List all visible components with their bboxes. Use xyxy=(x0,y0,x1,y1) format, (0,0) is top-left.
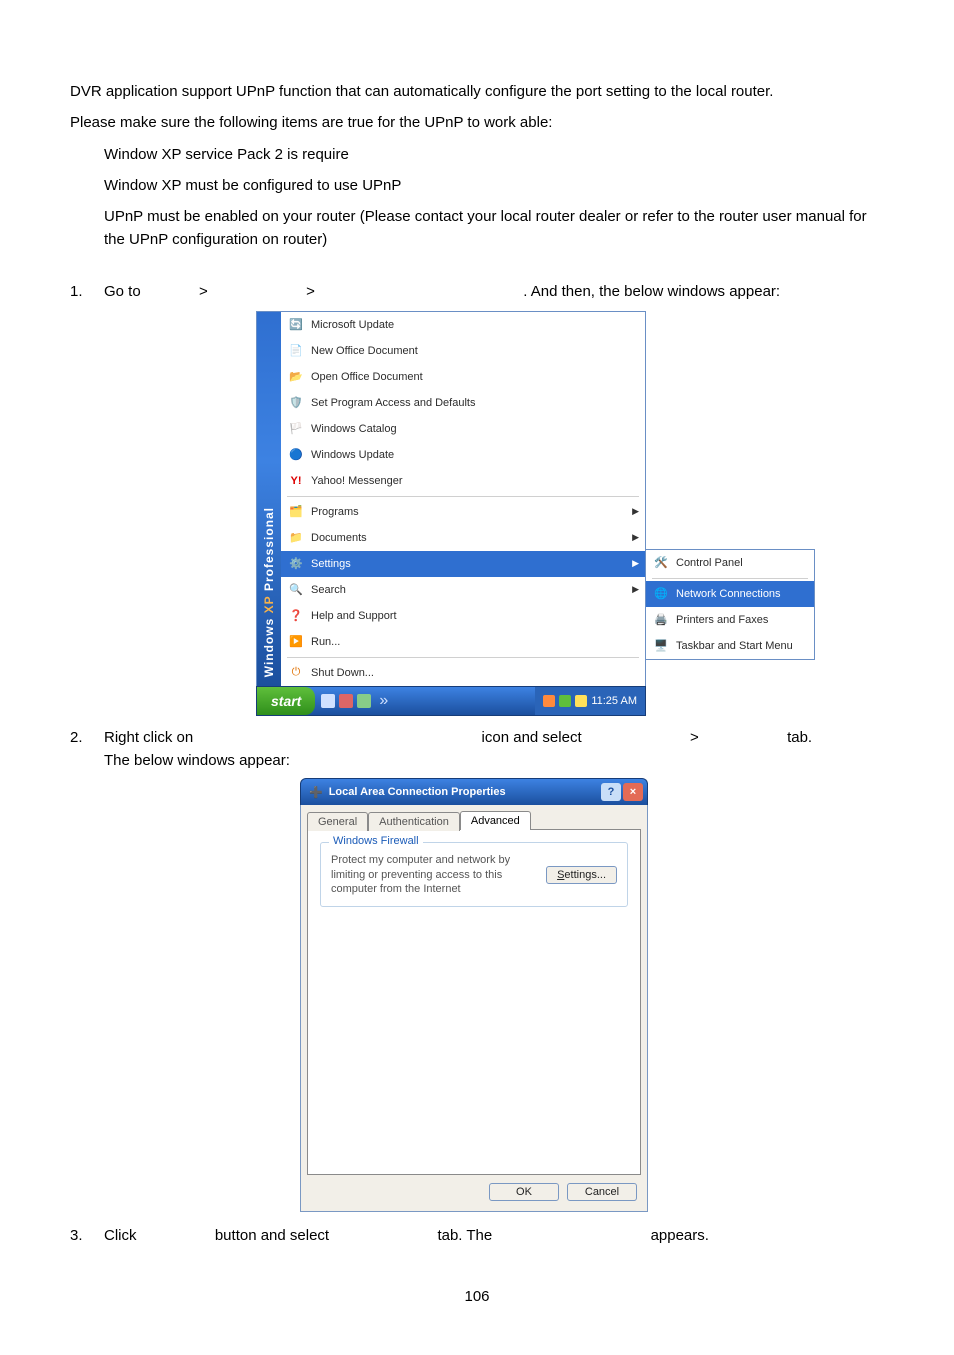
menu-item-run[interactable]: ▶️Run... xyxy=(281,629,645,655)
tray-icon[interactable] xyxy=(543,695,555,707)
submenu-network-connections[interactable]: 🌐Network Connections xyxy=(646,581,814,607)
help-button[interactable]: ? xyxy=(601,783,621,801)
dialog-titlebar: ➕ Local Area Connection Properties ? × xyxy=(300,778,648,805)
step3-click: Click xyxy=(104,1227,137,1244)
step2-tab: tab. xyxy=(787,729,812,746)
tab-authentication[interactable]: Authentication xyxy=(368,812,460,831)
bullet-item-1: Window XP service Pack 2 is require xyxy=(104,143,884,166)
settings-button[interactable]: Settings... xyxy=(546,866,617,884)
chevron-right-icon: ▶ xyxy=(632,558,639,569)
step-number-2: 2. xyxy=(70,729,104,746)
menu-item-documents[interactable]: 📁Documents▶ xyxy=(281,525,645,551)
settings-icon: ⚙️ xyxy=(287,555,305,573)
windows-update-icon: 🔵 xyxy=(287,446,305,464)
tab-panel-advanced: Windows Firewall Protect my computer and… xyxy=(307,829,641,1175)
menu-item-search[interactable]: 🔍Search▶ xyxy=(281,577,645,603)
settings-submenu: 🛠️Control Panel 🌐Network Connections 🖨️P… xyxy=(645,549,815,660)
tray-clock: 11:25 AM xyxy=(591,695,637,707)
program-access-icon: 🛡️ xyxy=(287,394,305,412)
step1-gt2: > xyxy=(306,283,315,300)
step3-buttonselect: button and select xyxy=(215,1227,329,1244)
quick-launch-separator: » xyxy=(379,692,388,710)
step-number-1: 1. xyxy=(70,283,104,300)
tab-general[interactable]: General xyxy=(307,812,368,831)
search-icon: 🔍 xyxy=(287,581,305,599)
step1-goto: Go to xyxy=(104,283,141,300)
step2-below: The below windows appear: xyxy=(104,752,290,769)
menu-item-yahoo-messenger[interactable]: Y!Yahoo! Messenger xyxy=(281,468,645,494)
cancel-button[interactable]: Cancel xyxy=(567,1183,637,1201)
network-icon: 🌐 xyxy=(652,585,670,603)
tray-icon[interactable] xyxy=(559,695,571,707)
firewall-fieldset: Windows Firewall Protect my computer and… xyxy=(320,842,628,907)
menu-item-windows-update[interactable]: 🔵Windows Update xyxy=(281,442,645,468)
intro-paragraph-2: Please make sure the following items are… xyxy=(70,111,884,134)
menu-item-shutdown[interactable]: ⏻Shut Down... xyxy=(281,660,645,686)
shutdown-icon: ⏻ xyxy=(287,664,305,682)
bullet-item-2: Window XP must be configured to use UPnP xyxy=(104,174,884,197)
intro-paragraph-1: DVR application support UPnP function th… xyxy=(70,80,884,103)
dialog-title: Local Area Connection Properties xyxy=(329,786,506,798)
menu-item-programs[interactable]: 🗂️Programs▶ xyxy=(281,499,645,525)
menu-item-open-office-doc[interactable]: 📂Open Office Document xyxy=(281,364,645,390)
firewall-description: Protect my computer and network by limit… xyxy=(331,853,536,896)
run-icon: ▶️ xyxy=(287,633,305,651)
page-number: 106 xyxy=(70,1288,884,1305)
chevron-right-icon: ▶ xyxy=(632,532,639,543)
step2-gt: > xyxy=(690,729,699,746)
bullet-item-3: UPnP must be enabled on your router (Ple… xyxy=(104,205,884,252)
start-menu-rail: Windows XP Professional xyxy=(257,312,281,686)
submenu-printers-faxes[interactable]: 🖨️Printers and Faxes xyxy=(646,607,814,633)
new-doc-icon: 📄 xyxy=(287,342,305,360)
tray-icon[interactable] xyxy=(575,695,587,707)
system-tray: 11:25 AM xyxy=(535,687,645,715)
printers-icon: 🖨️ xyxy=(652,611,670,629)
help-icon: ❓ xyxy=(287,607,305,625)
quick-launch-icon[interactable] xyxy=(321,694,335,708)
menu-item-new-office-doc[interactable]: 📄New Office Document xyxy=(281,338,645,364)
open-doc-icon: 📂 xyxy=(287,368,305,386)
taskbar: start » 11:25 AM xyxy=(256,686,646,716)
chevron-right-icon: ▶ xyxy=(632,584,639,595)
submenu-control-panel[interactable]: 🛠️Control Panel xyxy=(646,550,814,576)
menu-item-settings[interactable]: ⚙️Settings▶ 🛠️Control Panel 🌐Network Con… xyxy=(281,551,645,577)
start-button[interactable]: start xyxy=(257,687,315,715)
programs-icon: 🗂️ xyxy=(287,503,305,521)
menu-item-microsoft-update[interactable]: 🔄Microsoft Update xyxy=(281,312,645,338)
yahoo-icon: Y! xyxy=(287,472,305,490)
step2-rightclick: Right click on xyxy=(104,729,193,746)
network-plus-icon: ➕ xyxy=(309,786,323,799)
tab-advanced[interactable]: Advanced xyxy=(460,811,531,830)
step2-iconselect: icon and select xyxy=(482,729,582,746)
documents-icon: 📁 xyxy=(287,529,305,547)
step3-tabthe: tab. The xyxy=(437,1227,492,1244)
chevron-right-icon: ▶ xyxy=(632,506,639,517)
firewall-legend: Windows Firewall xyxy=(329,835,423,847)
catalog-icon: 🏳️ xyxy=(287,420,305,438)
quick-launch-icon[interactable] xyxy=(357,694,371,708)
step1-gt1: > xyxy=(199,283,208,300)
ok-button[interactable]: OK xyxy=(489,1183,559,1201)
close-button[interactable]: × xyxy=(623,783,643,801)
menu-item-windows-catalog[interactable]: 🏳️Windows Catalog xyxy=(281,416,645,442)
step3-appears: appears. xyxy=(651,1227,709,1244)
update-icon: 🔄 xyxy=(287,316,305,334)
control-panel-icon: 🛠️ xyxy=(652,554,670,572)
step-number-3: 3. xyxy=(70,1227,104,1244)
taskbar-icon: 🖥️ xyxy=(652,637,670,655)
step1-tail: . And then, the below windows appear: xyxy=(523,283,780,300)
submenu-taskbar-start-menu[interactable]: 🖥️Taskbar and Start Menu xyxy=(646,633,814,659)
properties-dialog-screenshot: ➕ Local Area Connection Properties ? × G… xyxy=(300,778,648,1212)
quick-launch-icon[interactable] xyxy=(339,694,353,708)
menu-item-program-access[interactable]: 🛡️Set Program Access and Defaults xyxy=(281,390,645,416)
start-menu-screenshot: Windows XP Professional 🔄Microsoft Updat… xyxy=(256,311,646,716)
menu-item-help[interactable]: ❓Help and Support xyxy=(281,603,645,629)
